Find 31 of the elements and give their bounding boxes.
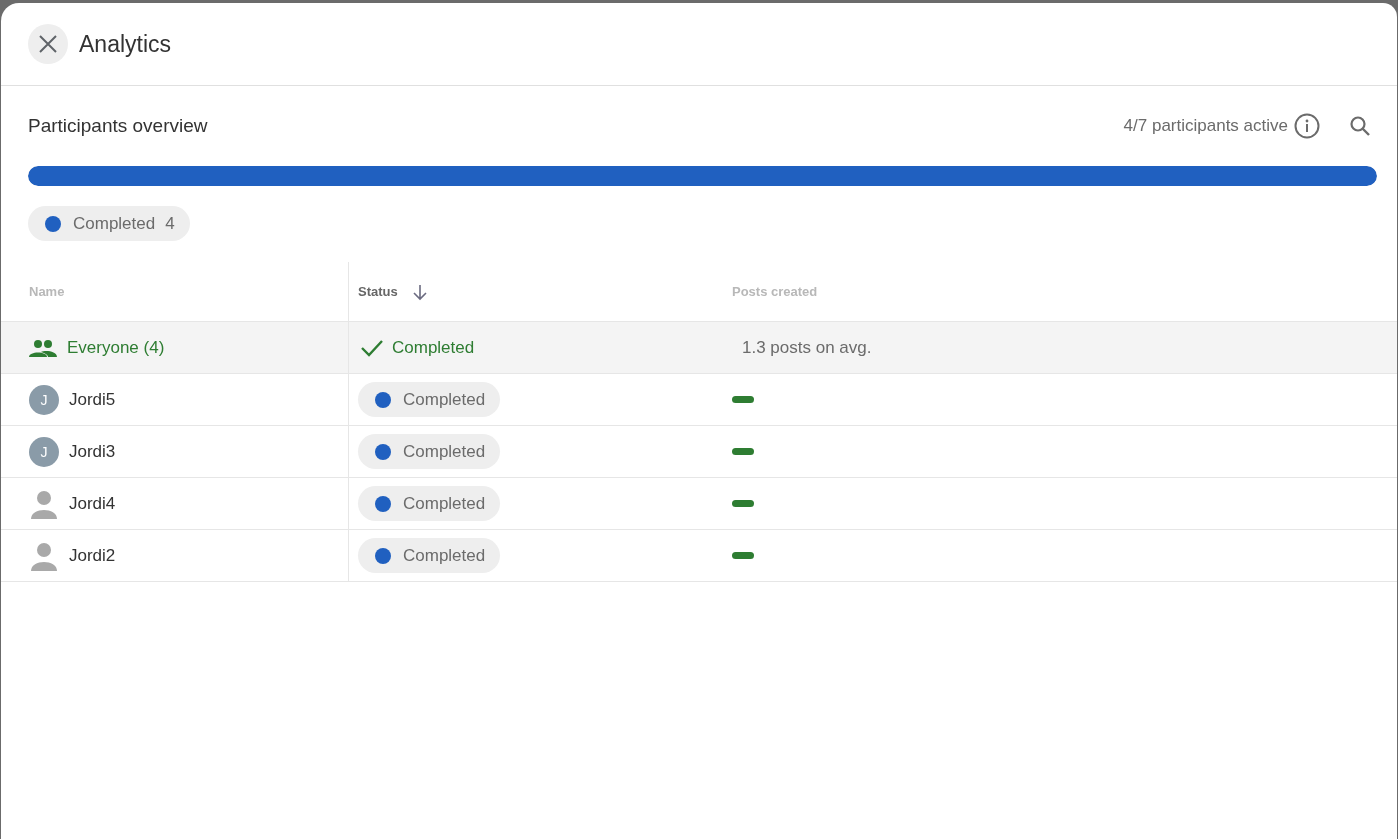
sort-arrow-icon (410, 282, 429, 301)
average-posts: 1.3 posts on avg. (742, 337, 872, 358)
active-count: 4/7 participants active (1123, 116, 1288, 136)
participant-name: Jordi4 (69, 493, 116, 514)
avatar: J (29, 436, 59, 467)
info-icon (1294, 113, 1320, 139)
status-label: Completed (403, 441, 486, 462)
status-label: Completed (403, 493, 486, 514)
dialog-title: Analytics (79, 30, 172, 58)
group-name: Everyone (4) (67, 337, 165, 358)
legend-count: 4 (165, 213, 175, 234)
legend-label: Completed (73, 213, 156, 234)
column-header[interactable]: Status (358, 284, 398, 299)
participant-name: Jordi2 (69, 545, 116, 566)
column-header[interactable]: Posts created (732, 284, 818, 299)
avatar: J (29, 384, 59, 415)
column-header[interactable]: Name (29, 284, 65, 299)
section-title: Participants overview (28, 115, 208, 137)
info-button[interactable] (1294, 113, 1320, 139)
close-icon (38, 34, 58, 54)
close-button[interactable] (28, 24, 68, 64)
status-label: Completed (403, 389, 486, 410)
person-icon (29, 488, 59, 519)
participant-name: Jordi5 (69, 389, 116, 410)
status-label: Completed (403, 545, 486, 566)
person-icon (29, 540, 59, 571)
search-button[interactable] (1348, 114, 1372, 138)
search-icon (1348, 114, 1372, 138)
group-icon (29, 337, 57, 358)
status-text: Completed (392, 337, 475, 358)
participant-name: Jordi3 (69, 441, 116, 462)
